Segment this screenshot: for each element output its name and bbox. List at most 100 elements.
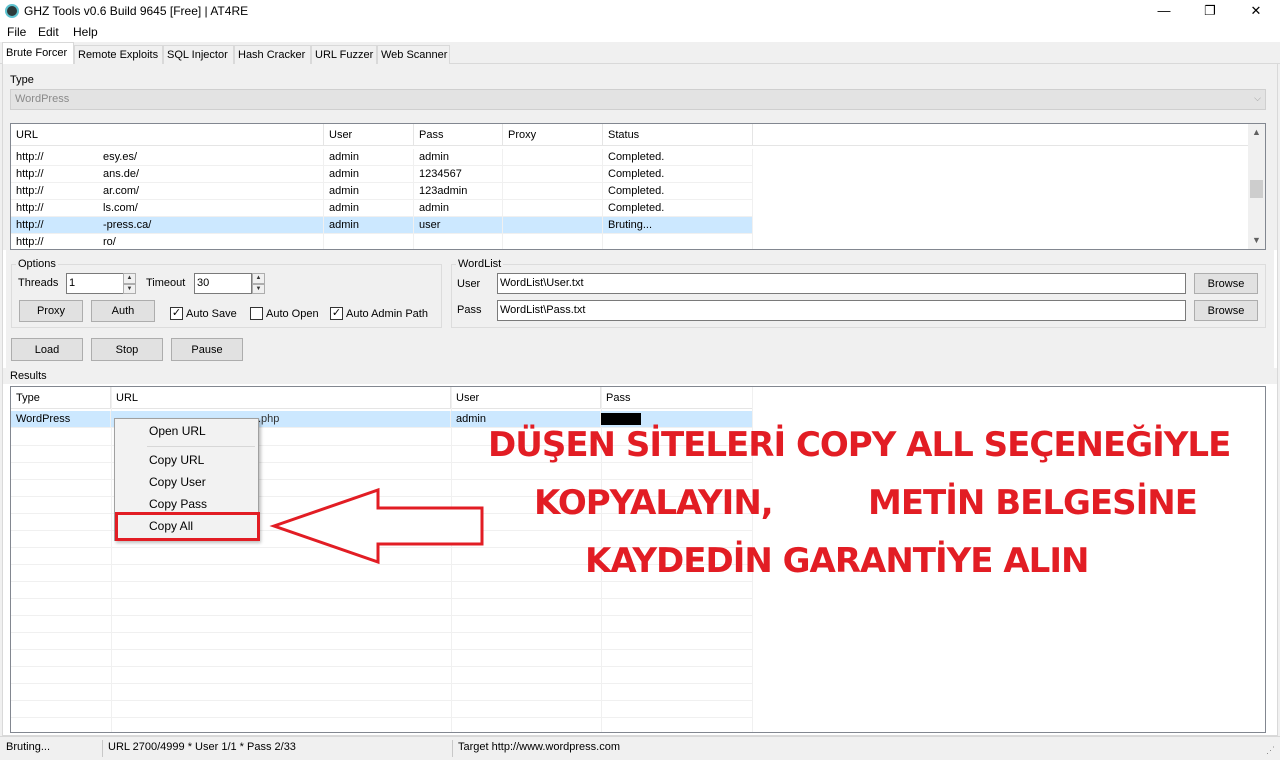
- tab-remote-exploits[interactable]: Remote Exploits: [74, 45, 163, 64]
- cell-status: Completed.: [603, 200, 753, 217]
- menu-file[interactable]: File: [7, 25, 26, 39]
- col-type[interactable]: Type: [11, 387, 111, 409]
- cell-proxy: [503, 234, 603, 249]
- col-status[interactable]: Status: [603, 124, 753, 146]
- menu-help[interactable]: Help: [73, 25, 98, 39]
- table-row-selected[interactable]: http://-press.ca/ admin user Bruting...: [11, 217, 753, 234]
- scroll-down-icon[interactable]: ▼: [1248, 232, 1265, 249]
- cell-url: http://ar.com/: [11, 183, 324, 200]
- cell-status: Completed.: [603, 183, 753, 200]
- cell-proxy: [503, 217, 603, 234]
- stop-button[interactable]: Stop: [91, 338, 163, 361]
- status-divider: [452, 740, 453, 757]
- menu-separator: [147, 446, 255, 447]
- grid-vline: [111, 387, 112, 732]
- threads-up-icon[interactable]: ▲: [123, 273, 136, 284]
- threads-input[interactable]: 1: [66, 273, 124, 294]
- annotation-line-2b: METİN BELGESİNE: [868, 483, 1198, 523]
- chevron-down-icon: ⌵: [1254, 93, 1261, 103]
- load-button[interactable]: Load: [11, 338, 83, 361]
- table-row[interactable]: http://ro/: [11, 234, 753, 249]
- tab-web-scanner[interactable]: Web Scanner: [377, 45, 450, 64]
- menu-bar: File Edit Help: [0, 22, 1280, 42]
- annotation-line-1: DÜŞEN SİTELERİ COPY ALL SEÇENEĞİYLE: [488, 425, 1231, 465]
- results-label-bg: [3, 368, 1277, 384]
- grid-line: [11, 700, 753, 701]
- threads-label: Threads: [18, 277, 59, 289]
- menu-edit[interactable]: Edit: [38, 25, 59, 39]
- col-proxy[interactable]: Proxy: [503, 124, 603, 146]
- auto-admin-path-label[interactable]: Auto Admin Path: [346, 308, 428, 320]
- col-user[interactable]: User: [451, 387, 601, 409]
- tab-brute-forcer[interactable]: Brute Forcer: [2, 42, 74, 65]
- cell-type: WordPress: [11, 411, 111, 428]
- timeout-input[interactable]: 30: [194, 273, 252, 294]
- grid-line: [11, 615, 753, 616]
- tab-strip: Brute Forcer Remote Exploits SQL Injecto…: [0, 42, 1280, 65]
- minimize-button[interactable]: —: [1141, 0, 1187, 22]
- type-select-value: WordPress: [15, 93, 70, 105]
- timeout-up-icon[interactable]: ▲: [252, 273, 265, 284]
- user-wordlist-input[interactable]: WordList\User.txt: [497, 273, 1186, 294]
- tab-url-fuzzer[interactable]: URL Fuzzer: [311, 45, 377, 64]
- auto-save-checkbox[interactable]: ✓: [170, 307, 183, 320]
- cell-proxy: [503, 149, 603, 166]
- targets-scrollbar[interactable]: ▲ ▼: [1248, 124, 1265, 249]
- table-row[interactable]: http://esy.es/ admin admin Completed.: [11, 149, 753, 166]
- cell-pass: [414, 234, 503, 249]
- auto-open-checkbox[interactable]: [250, 307, 263, 320]
- close-button[interactable]: ✕: [1233, 0, 1279, 22]
- browse-user-button[interactable]: Browse: [1194, 273, 1258, 294]
- type-select[interactable]: WordPress ⌵: [10, 89, 1266, 110]
- grid-line: [11, 666, 753, 667]
- menu-open-url[interactable]: Open URL: [149, 424, 206, 438]
- title-bar: GHZ Tools v0.6 Build 9645 [Free] | AT4RE…: [0, 0, 1280, 22]
- scroll-up-icon[interactable]: ▲: [1248, 124, 1265, 141]
- targets-header: URL User Pass Proxy Status: [11, 124, 1249, 146]
- wordlist-pass-label: Pass: [457, 304, 482, 316]
- col-user[interactable]: User: [324, 124, 414, 146]
- window-title: GHZ Tools v0.6 Build 9645 [Free] | AT4RE: [24, 4, 249, 18]
- tab-sql-injector[interactable]: SQL Injector: [163, 45, 234, 64]
- auto-admin-path-checkbox[interactable]: ✓: [330, 307, 343, 320]
- table-row[interactable]: http://ls.com/ admin admin Completed.: [11, 200, 753, 217]
- menu-copy-url[interactable]: Copy URL: [149, 453, 204, 467]
- cell-url: http://ans.de/: [11, 166, 324, 183]
- pause-button[interactable]: Pause: [171, 338, 243, 361]
- grid-line: [11, 632, 753, 633]
- cell-user: admin: [324, 149, 414, 166]
- col-pass[interactable]: Pass: [601, 387, 753, 409]
- maximize-button[interactable]: ❐: [1187, 0, 1233, 22]
- cell-url: http://-press.ca/: [11, 217, 324, 234]
- threads-down-icon[interactable]: ▼: [123, 284, 136, 294]
- timeout-down-icon[interactable]: ▼: [252, 284, 265, 294]
- cell-pass: 123admin: [414, 183, 503, 200]
- auto-save-label[interactable]: Auto Save: [186, 308, 237, 320]
- cell-status: Completed.: [603, 149, 753, 166]
- tab-hash-cracker[interactable]: Hash Cracker: [234, 45, 311, 64]
- col-pass[interactable]: Pass: [414, 124, 503, 146]
- menu-copy-pass[interactable]: Copy Pass: [149, 497, 207, 511]
- browse-pass-button[interactable]: Browse: [1194, 300, 1258, 321]
- cell-status: Bruting...: [603, 217, 753, 234]
- annotation-line-3: KAYDEDİN GARANTİYE ALIN: [585, 541, 1089, 581]
- col-url[interactable]: URL: [111, 387, 451, 409]
- grid-line: [11, 649, 753, 650]
- copy-all-highlight: [115, 512, 260, 541]
- scroll-thumb[interactable]: [1250, 180, 1263, 198]
- targets-list[interactable]: URL User Pass Proxy Status http://esy.es…: [10, 123, 1266, 250]
- cell-pass: user: [414, 217, 503, 234]
- options-title: Options: [16, 258, 58, 270]
- pass-wordlist-input[interactable]: WordList\Pass.txt: [497, 300, 1186, 321]
- auto-open-label[interactable]: Auto Open: [266, 308, 319, 320]
- auth-button[interactable]: Auth: [91, 300, 155, 322]
- resize-grip-icon[interactable]: ⋰: [1266, 745, 1275, 756]
- col-url[interactable]: URL: [11, 124, 324, 146]
- cell-user: admin: [324, 166, 414, 183]
- menu-copy-user[interactable]: Copy User: [149, 475, 206, 489]
- cell-user: admin: [324, 217, 414, 234]
- table-row[interactable]: http://ans.de/ admin 1234567 Completed.: [11, 166, 753, 183]
- proxy-button[interactable]: Proxy: [19, 300, 83, 322]
- table-row[interactable]: http://ar.com/ admin 123admin Completed.: [11, 183, 753, 200]
- app-icon: [5, 4, 19, 18]
